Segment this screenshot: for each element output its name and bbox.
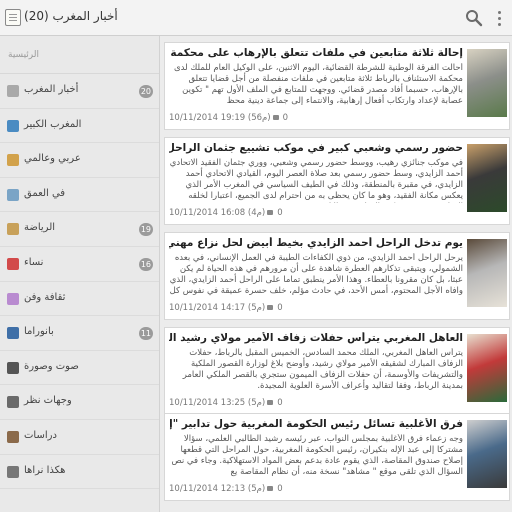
article-title[interactable]: حضور رسمي وشعبي كبير في موكب تشييع جثمان… bbox=[169, 142, 463, 154]
comment-icon bbox=[272, 115, 279, 120]
article-title[interactable]: فرق الأغلبية تسائل رئيس الحكومة المغربية… bbox=[169, 418, 463, 430]
sidebar-item-label: ثقافة وفن bbox=[24, 291, 66, 303]
sidebar-item-label: الرياضة bbox=[24, 222, 56, 234]
sidebar-item-label: دراسات bbox=[24, 429, 57, 441]
sidebar-item-label: وجهات نظر bbox=[24, 395, 72, 407]
article-date: 10/11/2014 16:08 (4م) bbox=[169, 208, 266, 218]
article-title[interactable]: يوم تدخل الراحل أحمد الزايدي بخيط أبيض ل… bbox=[169, 237, 463, 249]
article-meta: 10/11/2014 16:08 (4م) 0 bbox=[169, 208, 283, 218]
comment-icon bbox=[267, 305, 274, 310]
article-card[interactable]: إحالة ثلاثة متابعين في ملفات تتعلق بالإر… bbox=[164, 42, 510, 130]
newspaper-icon bbox=[7, 85, 19, 97]
sidebar-item[interactable]: أخبار المغرب 20 bbox=[0, 74, 159, 109]
unread-count-badge: 16 bbox=[138, 257, 153, 271]
article-thumbnail[interactable] bbox=[467, 334, 507, 402]
article-title[interactable]: إحالة ثلاثة متابعين في ملفات تتعلق بالإر… bbox=[169, 47, 463, 59]
unread-count-badge: 19 bbox=[138, 223, 153, 237]
search-icon bbox=[466, 10, 483, 27]
deep-dive-icon bbox=[7, 188, 19, 201]
comment-count: 0 bbox=[277, 303, 283, 313]
sidebar-item[interactable]: بانوراما 11 bbox=[0, 316, 159, 351]
sidebar-item[interactable]: دراسات bbox=[0, 420, 159, 455]
article-thumbnail[interactable] bbox=[467, 420, 507, 488]
sidebar-item-label: نساء bbox=[24, 256, 44, 268]
morocco-globe-icon bbox=[7, 119, 19, 132]
studies-icon bbox=[7, 430, 19, 443]
sidebar-item-label: في العمق bbox=[24, 187, 66, 199]
sidebar-item-label: صوت وصورة bbox=[24, 360, 79, 372]
article-meta: 10/11/2014 19:19 (56م) 0 bbox=[169, 113, 288, 123]
sidebar-item[interactable]: ثقافة وفن bbox=[0, 282, 159, 317]
sidebar-item-label: أخبار المغرب bbox=[24, 84, 79, 95]
opinions-icon bbox=[7, 396, 19, 409]
drawer-list: أخبار المغرب 20 المغرب الكبير عربي وعالمي في… bbox=[0, 74, 159, 490]
comment-count: 0 bbox=[277, 208, 283, 218]
action-bar: أخبار المغرب (20) bbox=[0, 0, 512, 36]
article-title[interactable]: العاهل المغربي يترأس حفلات زفاف الأمير م… bbox=[169, 332, 463, 344]
culture-icon bbox=[7, 292, 19, 305]
page-title[interactable]: أخبار المغرب (20) bbox=[24, 9, 118, 23]
article-excerpt: وجه زعماء فرق الأغلبية بمجلس النواب، عبر… bbox=[171, 434, 463, 477]
sidebar-item-label: هكذا نراها bbox=[24, 464, 66, 476]
sidebar-item[interactable]: المغرب الكبير bbox=[0, 109, 159, 144]
article-meta: 10/11/2014 12:13 (5م) 0 bbox=[169, 484, 283, 494]
sidebar-item[interactable]: وجهات نظر bbox=[0, 385, 159, 420]
overflow-menu-button[interactable] bbox=[492, 8, 508, 28]
article-excerpt: يترأس العاهل المغربي، الملك محمد السادس،… bbox=[182, 348, 463, 391]
article-thumbnail[interactable] bbox=[467, 239, 507, 307]
drawer-heading: الرئيسية bbox=[8, 50, 39, 60]
article-card[interactable]: العاهل المغربي يترأس حفلات زفاف الأمير م… bbox=[164, 327, 510, 415]
sidebar-item-label: عربي وعالمي bbox=[24, 153, 81, 165]
sidebar-item[interactable]: صوت وصورة bbox=[0, 351, 159, 386]
comment-count: 0 bbox=[277, 398, 283, 408]
app-logo-icon[interactable] bbox=[5, 9, 21, 26]
comment-icon bbox=[267, 400, 274, 405]
sidebar-item[interactable]: هكذا نراها bbox=[0, 455, 159, 490]
article-thumbnail[interactable] bbox=[467, 144, 507, 212]
article-excerpt: يرحل الراحل أحمد الزايدي، من ذوي الكفاءا… bbox=[169, 253, 463, 296]
article-card[interactable]: يوم تدخل الراحل أحمد الزايدي بخيط أبيض ل… bbox=[164, 232, 510, 320]
panorama-icon bbox=[7, 327, 19, 340]
sidebar-item[interactable]: عربي وعالمي bbox=[0, 143, 159, 178]
comment-count: 0 bbox=[277, 484, 283, 494]
sidebar-item[interactable]: نساء 16 bbox=[0, 247, 159, 282]
women-icon bbox=[7, 257, 19, 270]
comment-icon bbox=[267, 210, 274, 215]
article-card[interactable]: فرق الأغلبية تسائل رئيس الحكومة المغربية… bbox=[164, 413, 510, 501]
video-icon bbox=[7, 361, 19, 374]
article-meta: 10/11/2014 13:25 (5م) 0 bbox=[169, 398, 283, 408]
article-date: 10/11/2014 13:25 (5م) bbox=[169, 398, 266, 408]
article-meta: 10/11/2014 14:17 (5م) 0 bbox=[169, 303, 283, 313]
unread-count-badge: 11 bbox=[138, 327, 153, 341]
comment-count: 0 bbox=[282, 113, 289, 123]
article-excerpt: أحالت الفرقة الوطنية للشرطة القضائية، ال… bbox=[173, 63, 463, 106]
article-feed[interactable]: إحالة ثلاثة متابعين في ملفات تتعلق بالإر… bbox=[160, 36, 512, 512]
sidebar-item[interactable]: الرياضة 19 bbox=[0, 212, 159, 247]
sidebar-item-label: المغرب الكبير bbox=[24, 118, 82, 130]
search-button[interactable] bbox=[464, 8, 484, 28]
article-date: 10/11/2014 19:19 (56م) bbox=[169, 113, 271, 123]
sidebar-item[interactable]: في العمق bbox=[0, 178, 159, 213]
navigation-drawer: الرئيسية أخبار المغرب 20 المغرب الكبير عربي… bbox=[0, 36, 160, 512]
article-date: 10/11/2014 14:17 (5م) bbox=[169, 303, 266, 313]
article-excerpt: في موكب جنائزي رهيب، ووسط حضور رسمي وشعب… bbox=[169, 158, 463, 203]
sports-icon bbox=[7, 223, 19, 236]
article-date: 10/11/2014 12:13 (5م) bbox=[169, 484, 266, 494]
editorial-icon bbox=[7, 465, 19, 478]
drawer-header: الرئيسية bbox=[0, 36, 159, 74]
comment-icon bbox=[267, 486, 274, 491]
world-icon bbox=[7, 154, 19, 167]
article-thumbnail[interactable] bbox=[467, 49, 507, 117]
unread-count-badge: 20 bbox=[138, 85, 153, 98]
sidebar-item-label: بانوراما bbox=[24, 326, 54, 338]
article-card[interactable]: حضور رسمي وشعبي كبير في موكب تشييع جثمان… bbox=[164, 137, 510, 225]
